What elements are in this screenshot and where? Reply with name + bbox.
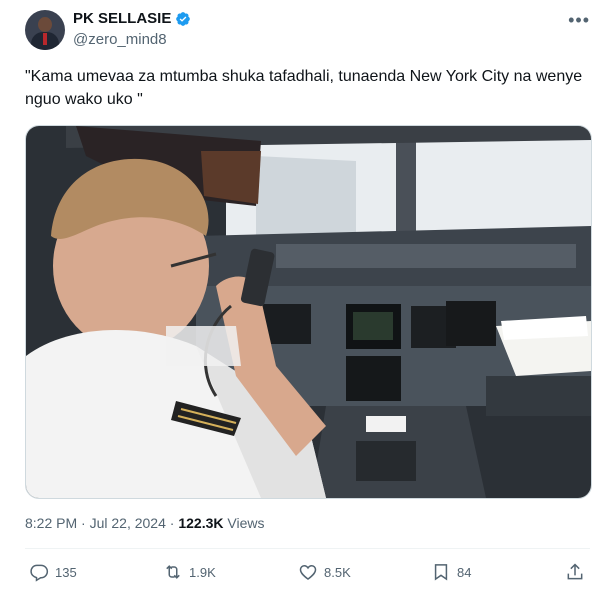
meta-separator-2: ·: [169, 515, 175, 531]
like-button[interactable]: 8.5K: [298, 562, 351, 582]
avatar[interactable]: [25, 10, 65, 50]
bookmark-count: 84: [457, 564, 472, 580]
tweet-text: "Kama umevaa za mtumba shuka tafadhali, …: [25, 68, 583, 108]
cockpit-photo: [26, 126, 591, 498]
post-time[interactable]: 8:22 PM: [25, 515, 77, 531]
author-name[interactable]: PK SELLASIE: [73, 10, 171, 27]
views-label: Views: [227, 515, 265, 531]
repost-icon: [166, 565, 180, 579]
post-meta: 8:22 PM · Jul 22, 2024 · 122.3K Views: [25, 515, 264, 531]
divider: [25, 548, 590, 549]
author-row: PK SELLASIE: [73, 10, 191, 27]
bookmark-button[interactable]: 84: [431, 562, 471, 582]
verified-icon: [176, 11, 191, 26]
like-icon: [299, 564, 317, 581]
author-handle[interactable]: @zero_mind8: [73, 31, 167, 48]
reply-button[interactable]: 135: [29, 562, 77, 582]
share-icon: [567, 563, 583, 580]
views-count: 122.3K: [178, 515, 224, 531]
reply-icon: [30, 564, 49, 582]
tweet-card: PK SELLASIE @zero_mind8 ••• "Kama umevaa…: [0, 0, 614, 596]
repost-count: 1.9K: [189, 564, 216, 580]
repost-button[interactable]: 1.9K: [163, 562, 216, 582]
meta-separator: ·: [81, 515, 86, 531]
share-button[interactable]: [565, 562, 585, 582]
tweet-image[interactable]: [25, 125, 592, 499]
action-bar: 135 1.9K 8.5K 84: [25, 562, 590, 586]
more-icon[interactable]: •••: [568, 10, 590, 31]
reply-count: 135: [55, 564, 77, 580]
bookmark-icon: [434, 564, 448, 581]
like-count: 8.5K: [324, 564, 351, 580]
post-date[interactable]: Jul 22, 2024: [90, 515, 166, 531]
